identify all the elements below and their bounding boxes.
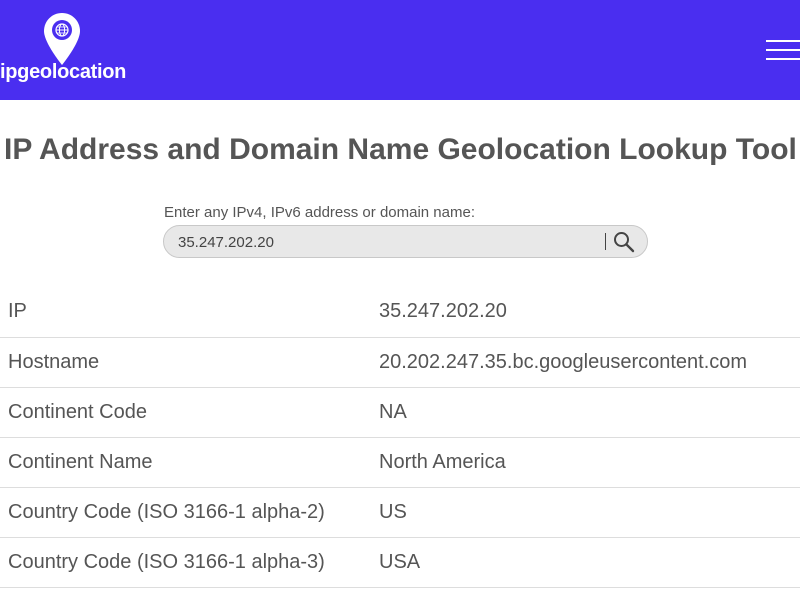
text-cursor [605, 233, 606, 250]
table-row: Continent Code NA [0, 387, 800, 438]
row-key: Continent Name [0, 437, 379, 488]
row-value: NA [379, 387, 800, 438]
search-box [163, 225, 648, 258]
search-input[interactable] [178, 232, 598, 252]
row-value: US [379, 487, 800, 538]
geolocation-results-table: IP 35.247.202.20 Hostname 20.202.247.35.… [0, 287, 800, 588]
site-logo[interactable]: ipgeolocation [0, 12, 127, 84]
table-row: IP 35.247.202.20 [0, 287, 800, 338]
row-value: USA [379, 537, 800, 588]
table-row: Hostname 20.202.247.35.bc.googleusercont… [0, 337, 800, 388]
row-key: IP [0, 287, 379, 338]
search-icon[interactable] [612, 230, 636, 254]
table-row: Continent Name North America [0, 437, 800, 488]
location-pin-globe-icon [44, 13, 80, 65]
row-key: Hostname [0, 337, 379, 388]
row-value: North America [379, 437, 800, 488]
table-row: Country Code (ISO 3166-1 alpha-2) US [0, 487, 800, 538]
page-title: IP Address and Domain Name Geolocation L… [4, 133, 797, 166]
row-key: Country Code (ISO 3166-1 alpha-3) [0, 537, 379, 588]
site-header: ipgeolocation [0, 0, 800, 100]
row-value: 20.202.247.35.bc.googleusercontent.com [379, 337, 800, 388]
logo-text: ipgeolocation [0, 61, 127, 83]
hamburger-menu-icon[interactable] [766, 40, 800, 62]
table-row: Country Code (ISO 3166-1 alpha-3) USA [0, 537, 800, 588]
row-key: Continent Code [0, 387, 379, 438]
search-label: Enter any IPv4, IPv6 address or domain n… [164, 204, 475, 221]
row-key: Country Code (ISO 3166-1 alpha-2) [0, 487, 379, 538]
row-value: 35.247.202.20 [379, 287, 800, 338]
